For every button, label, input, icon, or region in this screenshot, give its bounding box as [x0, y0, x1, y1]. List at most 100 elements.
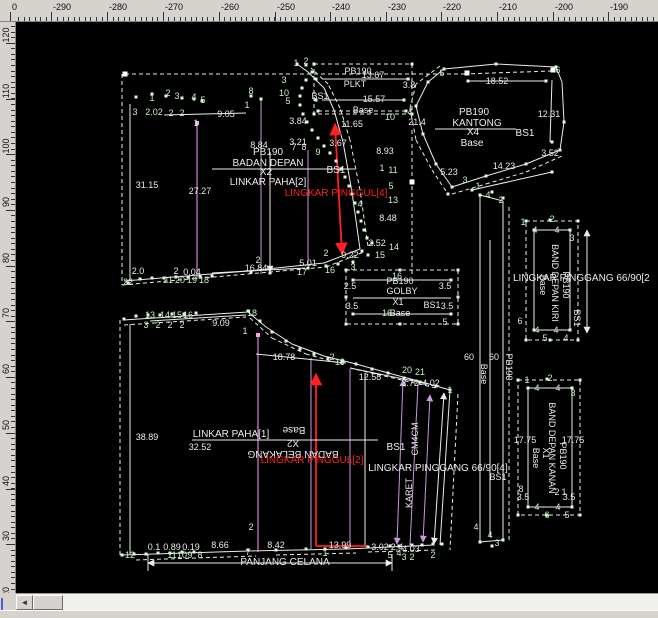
pattern-point[interactable] [360, 220, 363, 223]
pattern-point[interactable] [577, 339, 580, 342]
pattern-point[interactable] [335, 160, 338, 163]
pattern-point[interactable] [345, 296, 348, 299]
pattern-point[interactable] [271, 331, 274, 334]
pattern-point[interactable] [432, 543, 435, 546]
pattern-point[interactable] [517, 514, 520, 517]
pattern-point[interactable] [571, 506, 574, 509]
pattern-point[interactable] [435, 163, 438, 166]
pattern-point[interactable] [121, 554, 124, 557]
pattern-point[interactable] [337, 263, 340, 266]
pattern-point[interactable] [485, 175, 488, 178]
pattern-point[interactable] [367, 546, 370, 549]
pattern-point[interactable] [569, 329, 572, 332]
pattern-point[interactable] [211, 275, 214, 278]
pattern-point[interactable] [569, 229, 572, 232]
pattern-point[interactable] [181, 97, 184, 100]
pattern-point[interactable] [329, 152, 332, 155]
pattern-point[interactable] [195, 312, 198, 315]
pattern-point[interactable] [135, 315, 138, 318]
scroll-left-button[interactable]: ◄ [16, 595, 33, 610]
pattern-point[interactable] [457, 323, 460, 326]
pattern-point[interactable] [299, 348, 302, 351]
pattern-point[interactable] [313, 63, 316, 66]
pattern-point[interactable] [123, 318, 126, 321]
pattern-point[interactable] [260, 98, 263, 101]
pattern-point[interactable] [323, 145, 326, 148]
pattern-point[interactable] [399, 323, 402, 326]
pattern-point[interactable] [313, 113, 316, 116]
pattern-point[interactable] [311, 71, 314, 74]
selection-handle[interactable] [465, 71, 470, 76]
pattern-point[interactable] [135, 96, 138, 99]
pattern-point[interactable] [527, 506, 530, 509]
pattern-point[interactable] [491, 545, 494, 548]
pattern-point[interactable] [563, 121, 566, 124]
pattern-point[interactable] [352, 313, 355, 316]
pattern-point[interactable] [491, 191, 494, 194]
pattern-point[interactable] [525, 339, 528, 342]
scrollbar-thumb[interactable] [33, 595, 63, 610]
pattern-point[interactable] [305, 79, 308, 82]
pattern-point[interactable] [579, 514, 582, 517]
pattern-point[interactable] [371, 368, 374, 371]
pattern-point[interactable] [525, 163, 528, 166]
pattern-point[interactable] [502, 539, 505, 542]
pattern-point[interactable] [517, 379, 520, 382]
pattern-point[interactable] [577, 220, 580, 223]
pattern-point[interactable] [145, 553, 148, 556]
horizontal-scrollbar[interactable]: ◄ [16, 593, 658, 610]
pattern-point[interactable] [317, 137, 320, 140]
pattern-point[interactable] [285, 340, 288, 343]
pattern-point[interactable] [419, 381, 422, 384]
pattern-point[interactable] [527, 387, 530, 390]
pattern-point[interactable] [313, 353, 316, 356]
pattern-point[interactable] [301, 87, 304, 90]
pattern-point[interactable] [299, 104, 302, 107]
pattern-point[interactable] [457, 269, 460, 272]
pattern-point[interactable] [422, 133, 425, 136]
pattern-point[interactable] [427, 81, 430, 84]
pattern-point[interactable] [269, 272, 272, 275]
selection-handle[interactable] [410, 180, 415, 185]
pattern-point[interactable] [479, 194, 482, 197]
pattern-point[interactable] [551, 171, 554, 174]
pattern-point[interactable] [495, 63, 498, 66]
pattern-point[interactable] [305, 548, 308, 551]
pattern-point[interactable] [299, 95, 302, 98]
selection-handle[interactable] [123, 72, 128, 77]
pattern-point[interactable] [559, 149, 562, 152]
pattern-point[interactable] [317, 110, 320, 113]
pattern-point[interactable] [355, 363, 358, 366]
pattern-point[interactable] [450, 313, 453, 316]
pattern-point[interactable] [256, 333, 260, 337]
pattern-point[interactable] [151, 277, 154, 280]
pattern-point[interactable] [415, 105, 418, 108]
pattern-point[interactable] [139, 278, 142, 281]
pattern-point[interactable] [579, 379, 582, 382]
pattern-point[interactable] [357, 211, 360, 214]
pattern-point[interactable] [457, 296, 460, 299]
pattern-point[interactable] [549, 339, 552, 342]
pattern-point[interactable] [467, 80, 470, 83]
pattern-point[interactable] [387, 372, 390, 375]
pattern-point[interactable] [315, 78, 318, 81]
pattern-point[interactable] [361, 250, 364, 253]
pattern-point[interactable] [447, 193, 450, 196]
pattern-point[interactable] [345, 323, 348, 326]
pattern-point[interactable] [441, 543, 444, 546]
pattern-point[interactable] [471, 189, 474, 192]
pattern-point[interactable] [479, 541, 482, 544]
pattern-point[interactable] [411, 63, 414, 66]
pattern-point[interactable] [259, 320, 262, 323]
pattern-point[interactable] [451, 186, 454, 189]
pattern-point[interactable] [421, 544, 424, 547]
pattern-point[interactable] [367, 254, 370, 257]
pattern-canvas[interactable]: 1234532.02229.058118.841231057893.843.21… [16, 22, 658, 593]
pattern-point[interactable] [403, 99, 406, 102]
pattern-point[interactable] [345, 269, 348, 272]
pattern-point[interactable] [545, 80, 548, 83]
pattern-point[interactable] [311, 129, 314, 132]
pattern-point[interactable] [354, 202, 357, 205]
pattern-point[interactable] [363, 229, 366, 232]
pattern-point[interactable] [551, 141, 554, 144]
